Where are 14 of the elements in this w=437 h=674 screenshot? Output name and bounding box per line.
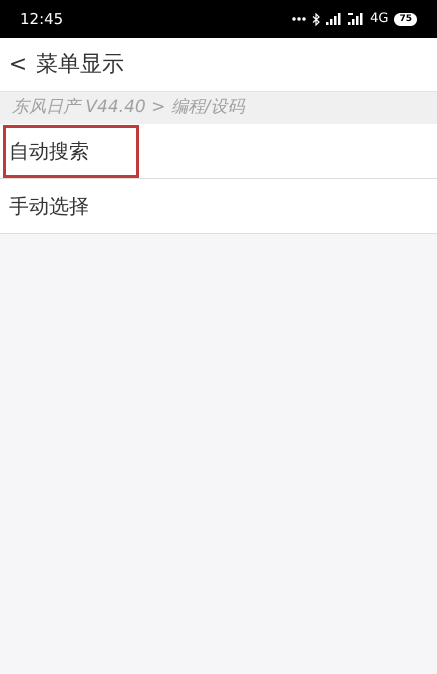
page-title: 菜单显示 xyxy=(36,51,124,79)
back-button[interactable]: < xyxy=(8,48,28,81)
menu-item-label: 手动选择 xyxy=(8,193,90,220)
bluetooth-icon xyxy=(312,12,320,26)
menu-item[interactable]: 自动搜索 xyxy=(0,124,437,179)
clock: 12:45 xyxy=(20,8,64,30)
breadcrumb: 东风日产 V44.40 > 编程/设码 xyxy=(12,96,244,120)
signal-icon xyxy=(326,13,342,25)
menu-item-label: 自动搜索 xyxy=(3,124,139,178)
signal-icon xyxy=(348,13,364,25)
battery-icon: 75 xyxy=(394,12,417,26)
dots-icon xyxy=(292,17,306,21)
network-type: 4G xyxy=(370,10,388,28)
menu-item[interactable]: 手动选择 xyxy=(0,179,437,234)
